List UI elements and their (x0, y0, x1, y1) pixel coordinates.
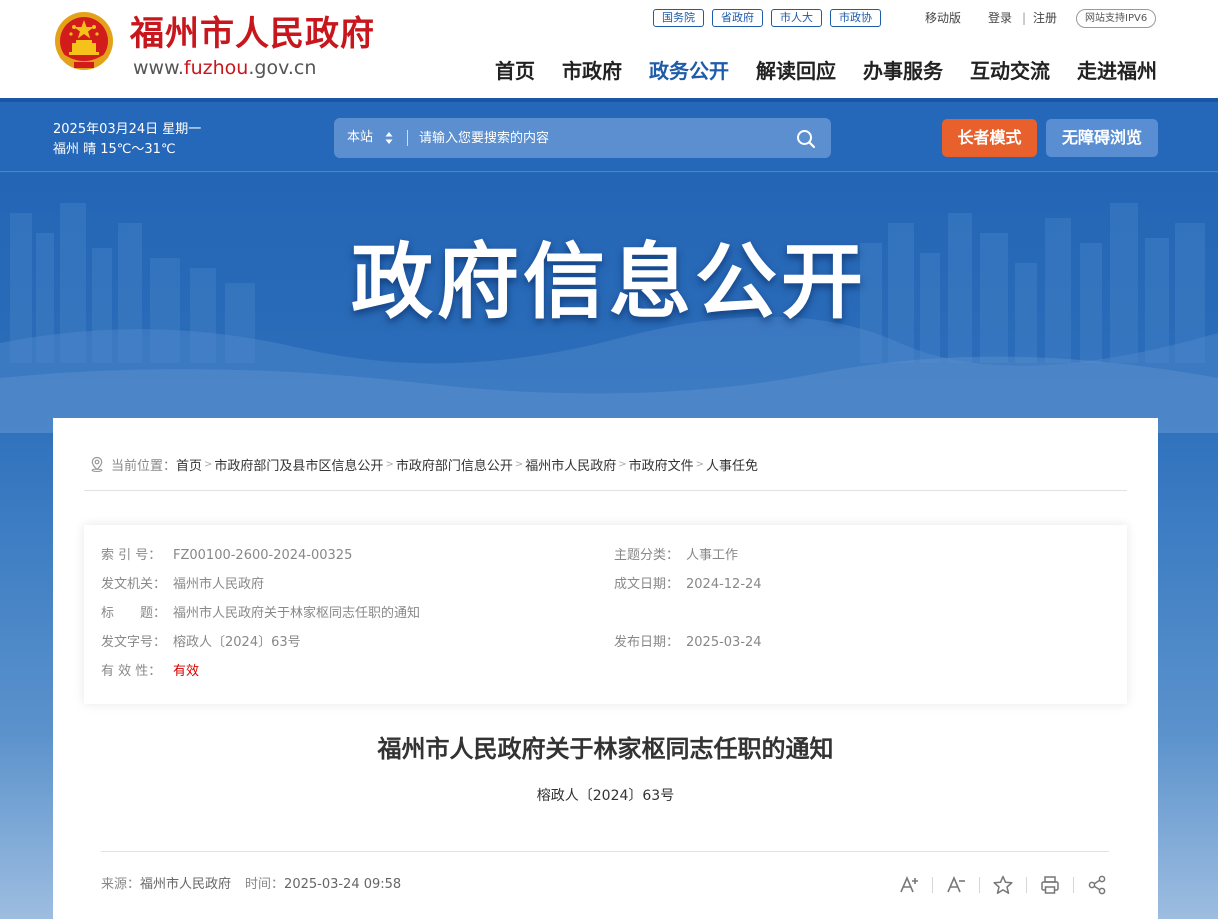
register-link[interactable]: 注册 (1033, 9, 1057, 27)
search-input[interactable] (419, 123, 779, 153)
meta-label: 发文字号： (101, 635, 167, 650)
login-link[interactable]: 登录 (988, 9, 1012, 27)
meta-label: 有 效 性： (101, 664, 162, 679)
url-suffix: .gov.cn (248, 57, 317, 79)
nav-interaction[interactable]: 互动交流 (970, 56, 1050, 86)
breadcrumb-separator-icon: > (385, 458, 394, 470)
nav-interpretation[interactable]: 解读回应 (756, 56, 836, 86)
footer-divider (101, 851, 1109, 852)
breadcrumb-separator-icon: > (204, 458, 213, 470)
breadcrumb-item-government-documents[interactable]: 市政府文件 (629, 455, 694, 474)
meta-label: 发文机关： (101, 577, 167, 592)
meta-title: 标 题： 福州市人民政府关于林家枢同志任职的通知 (101, 605, 420, 623)
meta-value: 福州市人民政府 (173, 577, 265, 592)
meta-index-number: 索 引 号： FZ00100-2600-2024-00325 (101, 547, 352, 565)
weather-text: 福州 晴 15℃～31℃ (53, 142, 176, 157)
search-scope-select[interactable]: 本站 (347, 118, 373, 158)
breadcrumb-label: 当前位置： (111, 458, 177, 474)
accessible-browse-button[interactable]: 无障碍浏览 (1046, 119, 1158, 157)
elder-mode-button[interactable]: 长者模式 (942, 119, 1037, 157)
location-pin-icon (91, 456, 103, 472)
star-icon[interactable] (992, 874, 1014, 896)
main-nav: 首页 市政府 政务公开 解读回应 办事服务 互动交流 走进福州 (495, 56, 1157, 86)
tool-separator (1026, 877, 1027, 893)
site-url[interactable]: www.fuzhou.gov.cn (133, 57, 316, 79)
nav-city-government[interactable]: 市政府 (562, 56, 622, 86)
breadcrumb-item-personnel[interactable]: 人事任免 (706, 455, 758, 474)
document-title: 福州市人民政府关于林家枢同志任职的通知 (377, 735, 834, 763)
breadcrumb-item-department-info[interactable]: 市政府部门信息公开 (396, 455, 513, 474)
share-icon[interactable] (1086, 874, 1108, 896)
login-separator: | (1022, 11, 1027, 25)
time-label: 时间： (245, 877, 285, 892)
nav-home[interactable]: 首页 (495, 56, 535, 86)
breadcrumb-separator-icon: > (514, 458, 524, 470)
document-tools (898, 874, 1108, 896)
national-emblem-icon[interactable] (52, 10, 116, 76)
meta-value: 2025-03-24 (686, 635, 762, 650)
meta-label: 标 题： (101, 606, 167, 621)
meta-label: 索 引 号： (101, 548, 162, 563)
document-metadata-box: 索 引 号： FZ00100-2600-2024-00325 主题分类： 人事工作 … (84, 525, 1127, 704)
meta-issuer: 发文机关： 福州市人民政府 (101, 576, 264, 594)
site-header: 福州市人民政府 www.fuzhou.gov.cn 国务院 省政府 市人大 市政… (0, 0, 1218, 102)
font-increase-icon[interactable] (898, 874, 920, 896)
breadcrumb: 当前位置： 首页 > 市政府部门及县市区信息公开 > 市政府部门信息公开 > 福… (89, 454, 758, 474)
font-decrease-icon[interactable] (945, 874, 967, 896)
sort-arrows-icon[interactable] (385, 131, 393, 145)
breadcrumb-divider (84, 490, 1127, 491)
link-municipal-cppcc[interactable]: 市政协 (830, 9, 881, 27)
meta-validity: 有 效 性： 有效 (101, 663, 199, 681)
document-number: 榕政人〔2024〕63号 (536, 788, 675, 804)
top-links: 国务院 省政府 市人大 市政协 (653, 9, 881, 27)
url-mid: fuzhou (183, 57, 249, 79)
content-card: 当前位置： 首页 > 市政府部门及县市区信息公开 > 市政府部门信息公开 > 福… (53, 418, 1158, 919)
nav-about-fuzhou[interactable]: 走进福州 (1077, 56, 1157, 86)
meta-label: 成文日期： (614, 577, 680, 592)
ipv6-badge: 网站支持IPV6 (1076, 9, 1157, 28)
link-municipal-congress[interactable]: 市人大 (771, 9, 822, 27)
tool-separator (932, 877, 933, 893)
nav-government-affairs[interactable]: 政务公开 (649, 56, 729, 86)
print-icon[interactable] (1039, 874, 1061, 896)
breadcrumb-separator-icon: > (618, 458, 627, 470)
meta-value: 福州市人民政府关于林家枢同志任职的通知 (173, 606, 421, 621)
meta-value: 人事工作 (686, 548, 739, 563)
source-label: 来源： (101, 877, 141, 892)
url-prefix: www. (133, 57, 184, 79)
date-text: 2025年03月24日 星期一 (53, 122, 202, 137)
link-provincial-government[interactable]: 省政府 (712, 9, 763, 27)
nav-services[interactable]: 办事服务 (863, 56, 943, 86)
link-state-council[interactable]: 国务院 (653, 9, 704, 27)
meta-created-date: 成文日期： 2024-12-24 (614, 576, 762, 594)
search-box: 本站 (334, 118, 831, 158)
source-value: 福州市人民政府 (140, 877, 232, 892)
meta-value: 2024-12-24 (686, 577, 762, 592)
breadcrumb-separator-icon: > (695, 458, 705, 470)
meta-value: 榕政人〔2024〕63号 (173, 635, 301, 650)
tool-separator (979, 877, 980, 893)
breadcrumb-item-city-government[interactable]: 福州市人民政府 (525, 455, 616, 474)
search-icon[interactable] (795, 128, 817, 150)
meta-value: FZ00100-2600-2024-00325 (173, 548, 353, 563)
mobile-version-link[interactable]: 移动版 (925, 9, 961, 27)
search-separator (407, 130, 408, 146)
meta-document-number: 发文字号： 榕政人〔2024〕63号 (101, 634, 301, 652)
document-source-info: 来源：福州市人民政府 时间：2025-03-24 09:58 (101, 875, 401, 895)
time-value: 2025-03-24 09:58 (284, 877, 402, 892)
tool-separator (1073, 877, 1074, 893)
site-name[interactable]: 福州市人民政府 (130, 14, 375, 54)
meta-published-date: 发布日期： 2025-03-24 (614, 634, 762, 652)
breadcrumb-item-departments[interactable]: 市政府部门及县市区信息公开 (214, 455, 383, 474)
banner-title: 政府信息公开 (350, 235, 867, 330)
breadcrumb-item-home[interactable]: 首页 (176, 455, 202, 474)
validity-status: 有效 (173, 664, 200, 679)
meta-topic: 主题分类： 人事工作 (614, 547, 738, 565)
meta-label: 主题分类： (614, 548, 680, 563)
meta-label: 发布日期： (614, 635, 680, 650)
